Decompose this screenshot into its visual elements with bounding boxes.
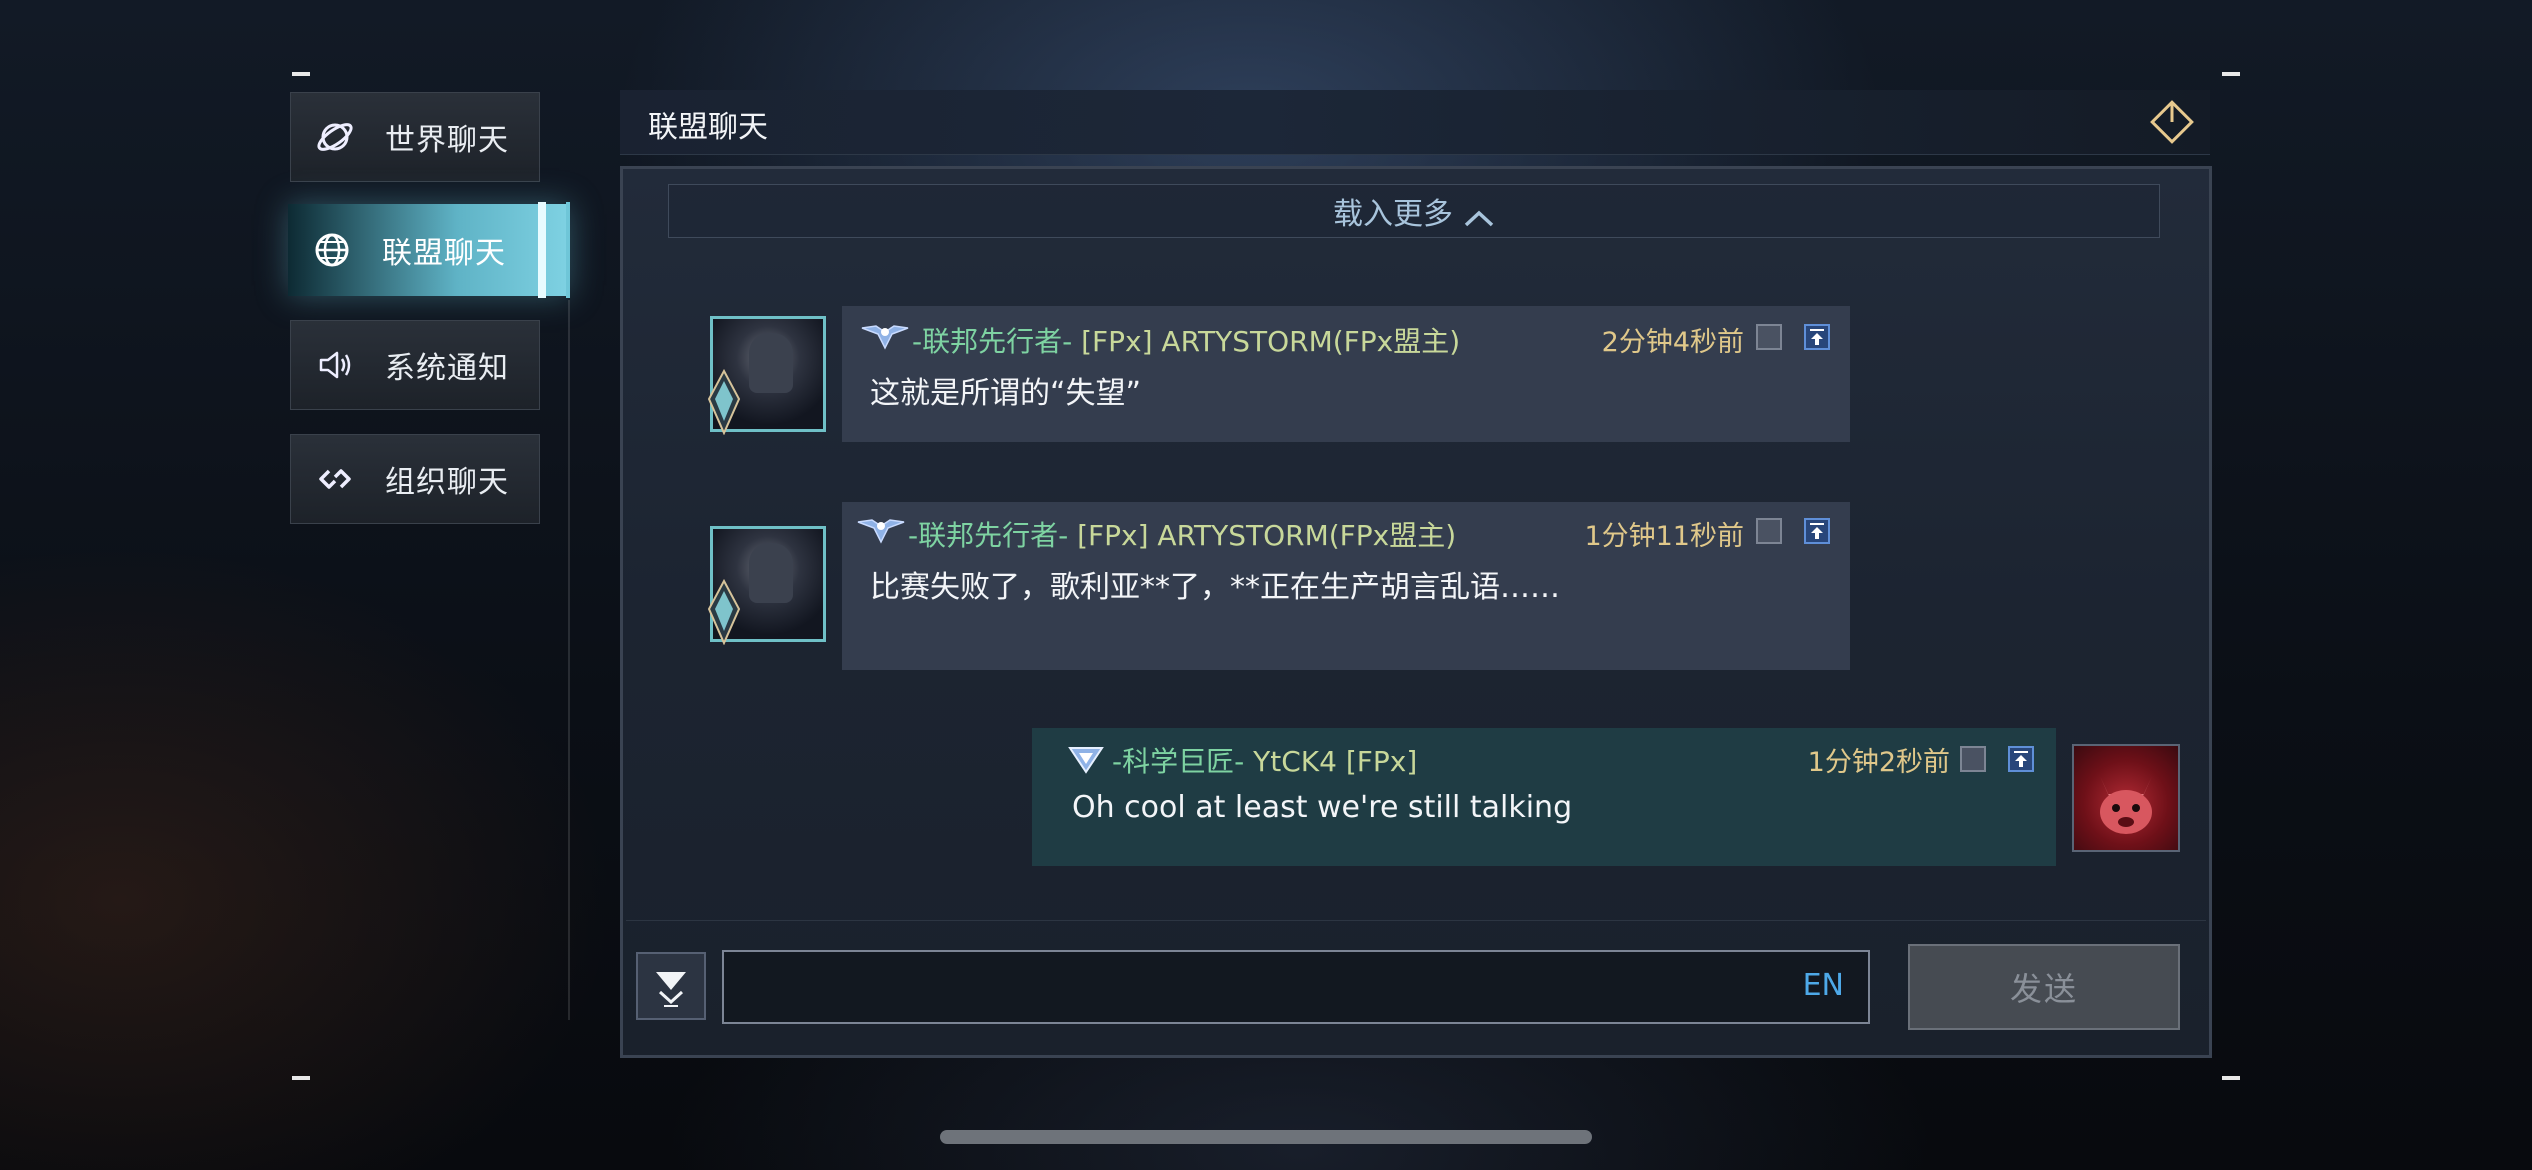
sender-line[interactable]: -联邦先行者- [FPx] ARTYSTORM(FPx盟主): [912, 320, 1460, 360]
sender-title: -科学巨匠-: [1112, 745, 1245, 778]
sender-title: -联邦先行者-: [912, 325, 1073, 358]
copy-icon[interactable]: [1756, 518, 1782, 544]
frame-corner-br: [2222, 1076, 2240, 1080]
send-button[interactable]: 发送: [1908, 944, 2180, 1030]
copy-icon[interactable]: [1960, 746, 1986, 772]
expand-panel-button[interactable]: [636, 952, 706, 1020]
message-text: 这就是所谓的“失望”: [870, 376, 1142, 411]
frame-corner-tr: [2222, 72, 2240, 76]
send-label: 发送: [2009, 970, 2078, 1008]
avatar[interactable]: [707, 526, 826, 645]
sidebar-item-label: 联盟聊天: [382, 236, 506, 271]
message-text: 比赛失败了，歌利亚**了，**正在生产胡言乱语……: [870, 570, 1560, 605]
frame-corner-bl: [292, 1076, 310, 1080]
sender-line[interactable]: -科学巨匠- YtCK4 [FPx]: [1112, 740, 1417, 780]
sender-title: -联邦先行者-: [908, 519, 1069, 552]
sidebar-item-world-chat[interactable]: 世界聊天: [290, 92, 540, 182]
message-time: 2分钟4秒前: [1601, 327, 1744, 358]
globe-icon: [312, 230, 352, 270]
load-more-label: 载入更多: [1333, 197, 1453, 232]
pin-top-icon[interactable]: [1804, 324, 1830, 350]
speaker-icon: [315, 345, 355, 385]
page-title: 联盟聊天: [648, 110, 768, 145]
my-avatar[interactable]: [2072, 744, 2180, 852]
chat-input[interactable]: EN: [722, 950, 1870, 1024]
sender-name: YtCK4 [FPx]: [1253, 745, 1418, 778]
message-time: 1分钟11秒前: [1584, 521, 1744, 552]
language-toggle[interactable]: EN: [1803, 968, 1844, 1003]
sidebar-item-org-chat[interactable]: 组织聊天: [290, 434, 540, 524]
sidebar-divider: [568, 300, 570, 1020]
sender-name: [FPx] ARTYSTORM(FPx盟主): [1077, 519, 1457, 552]
input-separator: [626, 920, 2206, 921]
rank-medal-icon: [707, 369, 741, 435]
pin-top-icon[interactable]: [2008, 746, 2034, 772]
chevron-up-icon: [1463, 201, 1495, 227]
sender-name: [FPx] ARTYSTORM(FPx盟主): [1081, 325, 1461, 358]
sidebar-item-alliance-chat[interactable]: 联盟聊天: [288, 204, 570, 296]
active-edge: [566, 202, 570, 298]
avatar[interactable]: [707, 316, 826, 435]
sender-line[interactable]: -联邦先行者- [FPx] ARTYSTORM(FPx盟主): [908, 514, 1456, 554]
load-more-button[interactable]: 载入更多: [668, 184, 2160, 238]
rank-wings-icon: [857, 519, 905, 544]
avatar-figure: [749, 543, 793, 603]
sidebar-item-label: 组织聊天: [385, 465, 509, 500]
chat-header: 联盟聊天: [620, 90, 2210, 155]
rank-chevron-icon: [1068, 747, 1104, 774]
sidebar-item-system-notice[interactable]: 系统通知: [290, 320, 540, 410]
active-indicator: [538, 202, 546, 298]
message-time: 1分钟2秒前: [1807, 747, 1950, 778]
rank-wings-icon: [861, 325, 909, 350]
copy-icon[interactable]: [1756, 324, 1782, 350]
home-indicator[interactable]: [940, 1130, 1592, 1144]
sidebar-item-label: 世界聊天: [385, 123, 509, 158]
rank-medal-icon: [707, 579, 741, 645]
chevron-down-icon: [656, 972, 686, 1007]
sidebar-item-label: 系统通知: [385, 351, 509, 386]
cat-avatar-icon: [2100, 776, 2152, 834]
link-icon: [315, 459, 355, 499]
planet-icon: [315, 117, 355, 157]
message-text: Oh cool at least we're still talking: [1072, 790, 1573, 825]
pin-top-icon[interactable]: [1804, 518, 1830, 544]
power-icon[interactable]: [2148, 98, 2196, 146]
avatar-figure: [749, 333, 793, 393]
frame-corner-tl: [292, 72, 310, 76]
